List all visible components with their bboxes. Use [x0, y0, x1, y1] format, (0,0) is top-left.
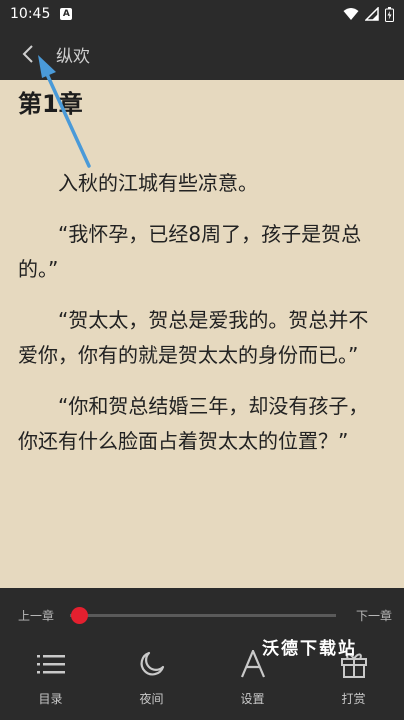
nav-label: 目录 [38, 692, 63, 706]
book-title: 纵欢 [56, 46, 90, 67]
paragraph: “你和贺总结婚三年，却没有孩子，你还有什么脸面占着贺太太的位置？” [18, 394, 369, 453]
paragraph: “我怀孕，已经8周了，孩子是贺总的。” [18, 222, 362, 281]
nav-item-night[interactable]: 夜间 [101, 648, 202, 714]
next-chapter-button[interactable]: 下一章 [344, 607, 404, 624]
nav-label: 打赏 [341, 692, 366, 706]
signal-icon [365, 7, 379, 21]
prev-chapter-button[interactable]: 上一章 [6, 607, 66, 624]
list-icon [36, 655, 65, 674]
progress-slider[interactable] [70, 606, 336, 624]
status-time: 10:45 [10, 6, 51, 22]
status-icons [343, 6, 394, 22]
paragraph: “贺太太，贺总是爱我的。贺总并不爱你，你有的就是贺太太的身份而已。” [18, 308, 369, 367]
moon-icon [140, 651, 164, 676]
chapter-title: 第1章 [18, 90, 83, 118]
chevron-left-icon [22, 45, 33, 63]
nav-item-catalog[interactable]: 目录 [0, 648, 101, 714]
wifi-icon [343, 8, 359, 20]
progress-thumb[interactable] [71, 606, 89, 624]
back-button[interactable] [6, 28, 50, 80]
notification-icon: A [60, 8, 73, 20]
nav-label: 设置 [240, 692, 265, 706]
reader-toolbar: 纵欢 [0, 28, 404, 80]
nav-label: 夜间 [139, 692, 164, 706]
reading-content[interactable]: 第1章 入秋的江城有些凉意。 “我怀孕，已经8周了，孩子是贺总的。” “贺太太，… [0, 80, 404, 588]
status-bar: 10:45 A [0, 0, 404, 28]
chapter-progress: 上一章 下一章 [0, 604, 404, 626]
watermark: 沃德下载站 [262, 639, 357, 659]
paragraph: 入秋的江城有些凉意。 [58, 171, 258, 195]
battery-icon [385, 6, 394, 22]
